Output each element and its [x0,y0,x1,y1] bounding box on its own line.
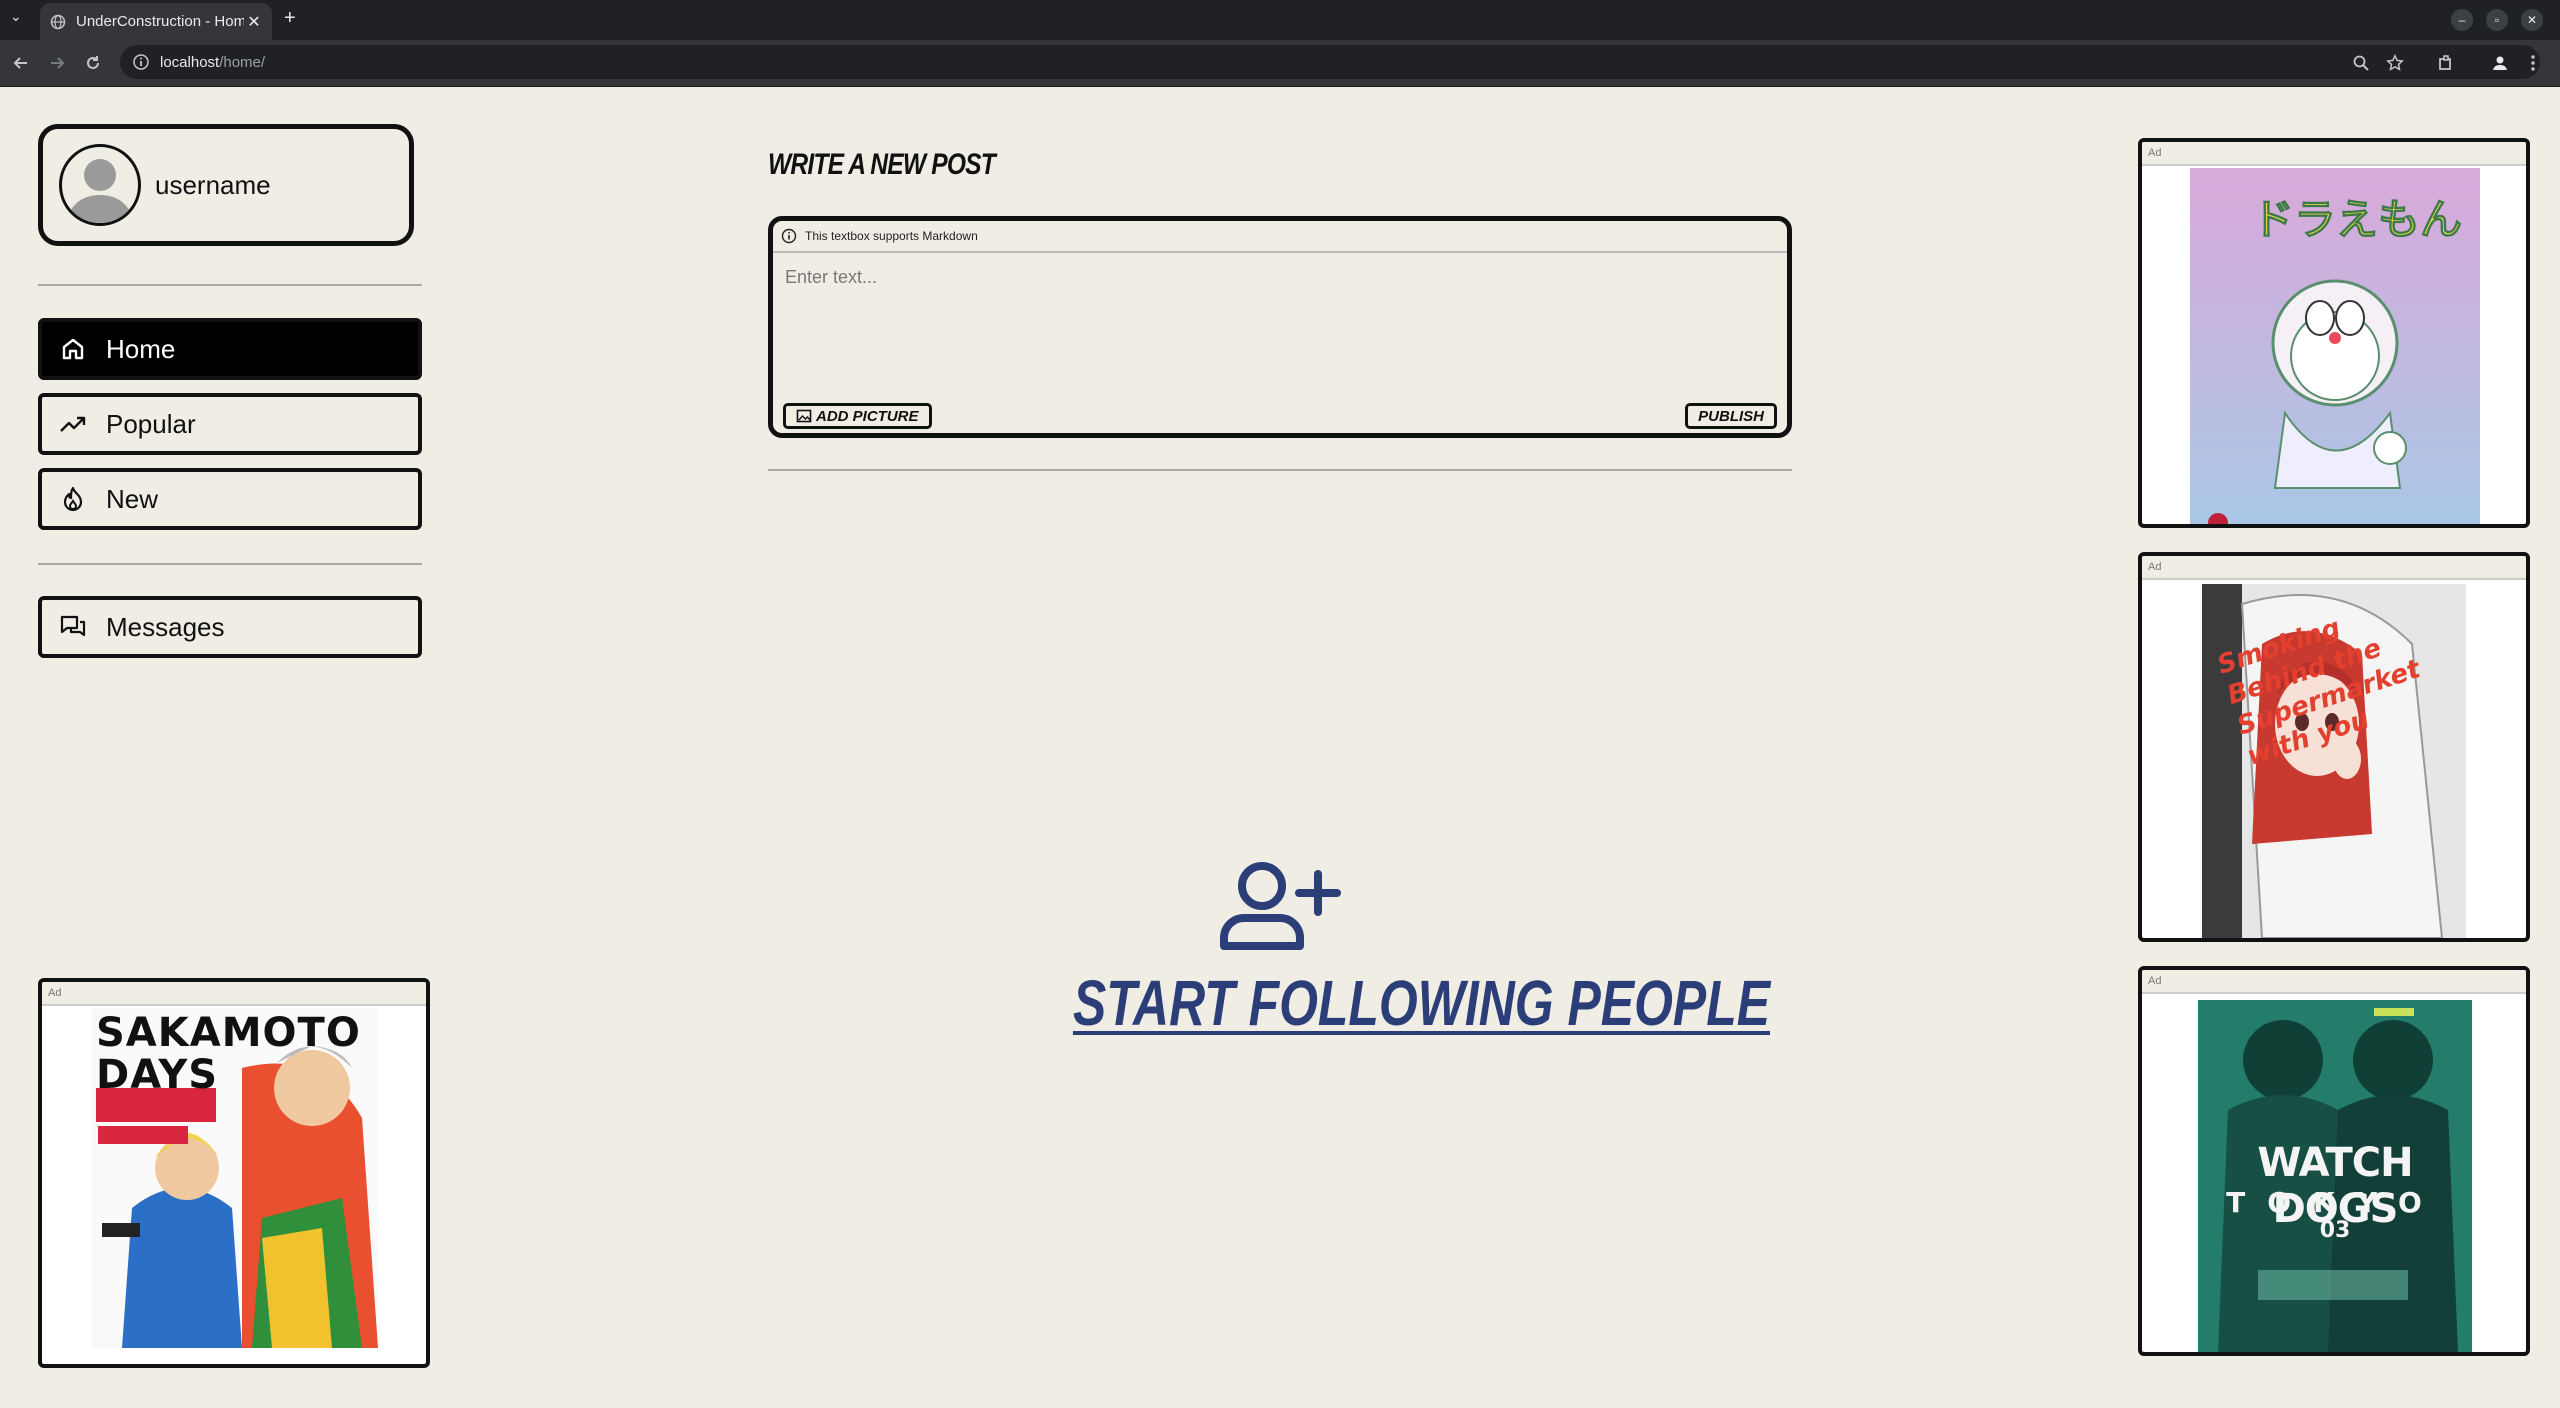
tab-title: UnderConstruction - Hom [76,13,244,30]
sidebar-divider [38,563,422,565]
ad-right-2[interactable]: Ad Smoking Behind the Supermarket with y… [2138,552,2530,942]
ad-cover-volume: 03 [2319,1218,2351,1243]
back-icon[interactable] [6,40,36,86]
trending-icon [58,409,88,439]
extensions-icon[interactable] [2437,40,2455,86]
username: username [155,169,271,200]
sidebar-item-popular[interactable]: Popular [38,393,422,455]
sidebar-item-home[interactable]: Home [38,318,422,380]
close-tab-icon[interactable]: ✕ [244,12,264,32]
browser-toolbar: localhost/home/ [0,40,2560,87]
ad-image-watch-dogs[interactable]: WATCH DOGS TOKYO 03 [2198,1000,2472,1352]
add-picture-button[interactable]: ADD PICTURE [783,403,932,429]
site-info-icon[interactable] [132,53,150,71]
fire-icon [58,484,88,514]
ad-image-sakamoto-days[interactable]: SAKAMOTO DAYS [92,1008,378,1348]
ad-right-3[interactable]: Ad WATCH DOGS TOKYO 03 [2138,966,2530,1356]
url-path: /home/ [219,53,266,71]
ad-cover-subtitle: TOKYO [2226,1186,2444,1219]
browser-titlebar: ⌄ UnderConstruction - Hom ✕ + – ▫ ✕ [0,0,2560,40]
sidebar-item-new[interactable]: New [38,468,422,530]
ad-right-1[interactable]: Ad ドラえもん [2138,138,2530,528]
main-divider [768,469,1792,471]
sidebar-item-label: Messages [106,611,225,642]
home-icon [58,334,88,364]
ad-label: Ad [2142,142,2526,166]
profile-icon[interactable] [2491,40,2509,86]
browser-tab[interactable]: UnderConstruction - Hom ✕ [40,3,272,40]
tab-list-chevron-icon[interactable]: ⌄ [10,8,22,25]
address-bar[interactable]: localhost/home/ [120,45,2540,79]
add-picture-label: ADD PICTURE [816,407,919,425]
url-host: localhost [160,53,220,71]
start-following-link[interactable]: START FOLLOWING PEOPLE [1073,966,1770,1040]
forward-icon[interactable] [42,40,72,86]
close-window-icon[interactable]: ✕ [2521,9,2543,31]
menu-kebab-icon[interactable] [2530,40,2536,86]
bookmark-star-icon[interactable] [2386,40,2404,86]
ad-image-smoking-behind[interactable]: Smoking Behind the Supermarket with you [2202,584,2466,938]
page-title: WRITE A NEW POST [768,148,996,181]
sidebar-item-label: Popular [106,408,196,439]
new-tab-icon[interactable]: + [284,7,296,30]
post-textarea[interactable]: Enter text... [785,267,1787,288]
minimize-icon[interactable]: – [2451,9,2473,31]
ad-label: Ad [2142,970,2526,994]
post-composer: This textbox supports Markdown Enter tex… [768,216,1792,438]
ad-left[interactable]: Ad SAKAMOTO DAYS [38,978,430,1368]
globe-icon [50,14,66,29]
ad-label: Ad [42,982,426,1006]
sidebar-divider [38,284,422,286]
composer-header: This textbox supports Markdown [773,221,1787,253]
sidebar-item-label: Home [106,333,176,364]
info-icon [781,228,797,244]
reload-icon[interactable] [78,40,108,86]
sidebar-item-messages[interactable]: Messages [38,596,422,658]
default-avatar-icon [66,159,134,223]
publish-button[interactable]: PUBLISH [1685,403,1777,429]
ad-cover-title: SAKAMOTO DAYS [96,1010,361,1098]
ad-label: Ad [2142,556,2526,580]
add-user-icon [1220,862,1341,950]
maximize-icon[interactable]: ▫ [2486,9,2508,31]
ad-cover-title: ドラえもん [2251,195,2463,245]
zoom-icon[interactable] [2352,40,2370,86]
publish-label: PUBLISH [1698,407,1764,425]
ad-image-doraemon[interactable]: ドラえもん [2190,168,2480,524]
image-icon [796,409,812,423]
profile-card[interactable]: username [38,124,414,246]
markdown-hint: This textbox supports Markdown [805,229,978,243]
chat-bubbles-icon [58,612,88,642]
sidebar-item-label: New [106,483,159,514]
avatar [59,144,141,226]
